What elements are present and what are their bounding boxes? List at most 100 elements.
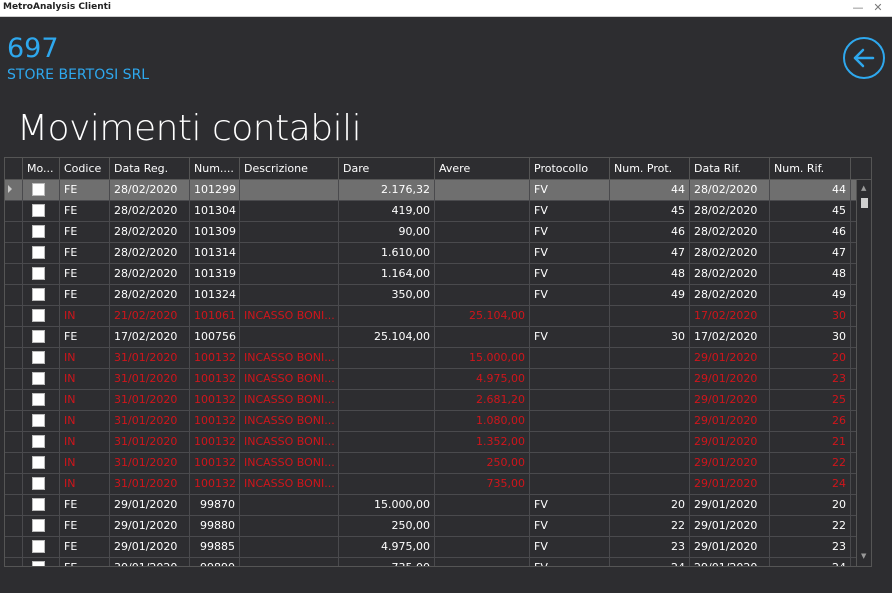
mo-checkbox-cell[interactable] [23,327,60,348]
data-rif-cell: 29/01/2020 [690,432,770,453]
mo-checkbox-cell[interactable] [23,306,60,327]
mo-checkbox-cell[interactable] [23,474,60,495]
row-checkbox[interactable] [32,204,45,217]
codice-cell: IN [60,348,110,369]
row-checkbox[interactable] [32,351,45,364]
header-avere[interactable]: Avere [435,158,530,180]
row-checkbox[interactable] [32,477,45,490]
row-checkbox[interactable] [32,267,45,280]
descrizione-cell: INCASSO BONI... [240,390,339,411]
protocollo-cell: FV [530,243,610,264]
header-num[interactable]: Num.... [190,158,240,180]
mo-checkbox-cell[interactable] [23,222,60,243]
row-checkbox[interactable] [32,540,45,553]
header-data-rif[interactable]: Data Rif. [690,158,770,180]
table-row[interactable]: FE 28/02/2020 101299 2.176,32 FV 44 28/02/2020… [5,180,856,201]
table-row[interactable]: IN 31/01/2020 100132 INCASSO BONI... 4.975,0… [5,369,856,390]
table-row[interactable]: IN 31/01/2020 100132 INCASSO BONI... 250,00 2… [5,453,856,474]
mo-checkbox-cell[interactable] [23,201,60,222]
row-checkbox[interactable] [32,498,45,511]
num-rif-cell: 30 [770,306,851,327]
mo-checkbox-cell[interactable] [23,453,60,474]
avere-cell [435,243,530,264]
table-row[interactable]: IN 31/01/2020 100132 INCASSO BONI... 1.352,0… [5,432,856,453]
table-row[interactable]: FE 29/01/2020 99880 250,00 FV 22 29/01/2020 22 [5,516,856,537]
protocollo-cell: FV [530,285,610,306]
data-rif-cell: 29/01/2020 [690,453,770,474]
row-checkbox[interactable] [32,414,45,427]
header-dare[interactable]: Dare [339,158,435,180]
table-row[interactable]: FE30/01/202099890735,00FV2429/01/202024 [5,558,856,566]
mo-checkbox-cell[interactable] [23,432,60,453]
table-row[interactable]: FE 28/02/2020 101314 1.610,00 FV 47 28/02/2020… [5,243,856,264]
minimize-button[interactable]: — [848,0,868,15]
back-button[interactable] [843,37,885,79]
header-descrizione[interactable]: Descrizione [240,158,339,180]
row-checkbox[interactable] [32,372,45,385]
scroll-up-icon[interactable]: ▲ [861,184,866,192]
header-codice[interactable]: Codice [60,158,110,180]
row-checkbox[interactable] [32,330,45,343]
row-checkbox[interactable] [32,309,45,322]
row-checkbox[interactable] [32,435,45,448]
table-row[interactable]: FE 28/02/2020 101309 90,00 FV 46 28/02/2020 46 [5,222,856,243]
num-cell: 101309 [190,222,240,243]
row-checkbox[interactable] [32,561,45,566]
table-row[interactable]: FE 17/02/2020 100756 25.104,00 FV 30 17/02/202… [5,327,856,348]
mo-checkbox-cell[interactable] [23,369,60,390]
row-checkbox[interactable] [32,225,45,238]
vertical-scrollbar[interactable]: ▲ ▼ [856,180,871,566]
table-row[interactable]: FE 29/01/2020 99885 4.975,00 FV 23 29/01/2020 2… [5,537,856,558]
row-checkbox[interactable] [32,456,45,469]
header-protocollo[interactable]: Protocollo [530,158,610,180]
scroll-thumb[interactable] [861,198,868,208]
table-row[interactable]: FE 28/02/2020 101304 419,00 FV 45 28/02/2020 45 [5,201,856,222]
mo-checkbox-cell[interactable] [23,390,60,411]
row-checkbox[interactable] [32,393,45,406]
table-row[interactable]: IN 31/01/2020 100132 INCASSO BONI... 15.000,… [5,348,856,369]
table-row[interactable]: IN 31/01/2020 100132 INCASSO BONI... 735,00 2… [5,474,856,495]
codice-cell: FE [60,201,110,222]
row-checkbox[interactable] [32,288,45,301]
mo-checkbox-cell[interactable] [23,264,60,285]
data-reg-cell: 31/01/2020 [110,411,190,432]
header-mo[interactable]: Mo... [23,158,60,180]
scroll-down-icon[interactable]: ▼ [861,552,866,560]
codice-cell: FE [60,537,110,558]
mo-checkbox-cell[interactable] [23,537,60,558]
mo-checkbox-cell[interactable] [23,516,60,537]
table-row[interactable]: IN 21/02/2020 101061 INCASSO BONI... 25.104,… [5,306,856,327]
data-rif-cell: 17/02/2020 [690,327,770,348]
num-prot-cell [610,348,690,369]
table-row[interactable]: FE 28/02/2020 101319 1.164,00 FV 48 28/02/2020… [5,264,856,285]
table-row[interactable]: IN 31/01/2020 100132 INCASSO BONI... 1.080,0… [5,411,856,432]
data-reg-cell: 29/01/2020 [110,537,190,558]
num-rif-cell: 49 [770,285,851,306]
table-row[interactable]: FE 29/01/2020 99870 15.000,00 FV 20 29/01/2020… [5,495,856,516]
mo-checkbox-cell[interactable] [23,285,60,306]
data-reg-cell: 31/01/2020 [110,348,190,369]
header-data-reg[interactable]: Data Reg. [110,158,190,180]
num-prot-cell: 30 [610,327,690,348]
mo-checkbox-cell[interactable] [23,495,60,516]
row-checkbox[interactable] [32,183,45,196]
header-num-rif[interactable]: Num. Rif. [770,158,851,180]
mo-checkbox-cell[interactable] [23,180,60,201]
row-checkbox[interactable] [32,519,45,532]
data-reg-cell: 31/01/2020 [110,453,190,474]
data-reg-cell: 30/01/2020 [110,558,190,566]
close-button[interactable]: ✕ [868,0,888,15]
mo-checkbox-cell[interactable] [23,558,60,566]
header-num-prot[interactable]: Num. Prot. [610,158,690,180]
descrizione-cell [240,516,339,537]
row-indicator [5,327,23,348]
table-row[interactable]: FE 28/02/2020 101324 350,00 FV 49 28/02/2020 49 [5,285,856,306]
codice-cell: FE [60,516,110,537]
data-rif-cell: 29/01/2020 [690,537,770,558]
mo-checkbox-cell[interactable] [23,348,60,369]
mo-checkbox-cell[interactable] [23,411,60,432]
mo-checkbox-cell[interactable] [23,243,60,264]
table-row[interactable]: IN 31/01/2020 100132 INCASSO BONI... 2.681,2… [5,390,856,411]
data-rif-cell: 28/02/2020 [690,285,770,306]
row-checkbox[interactable] [32,246,45,259]
